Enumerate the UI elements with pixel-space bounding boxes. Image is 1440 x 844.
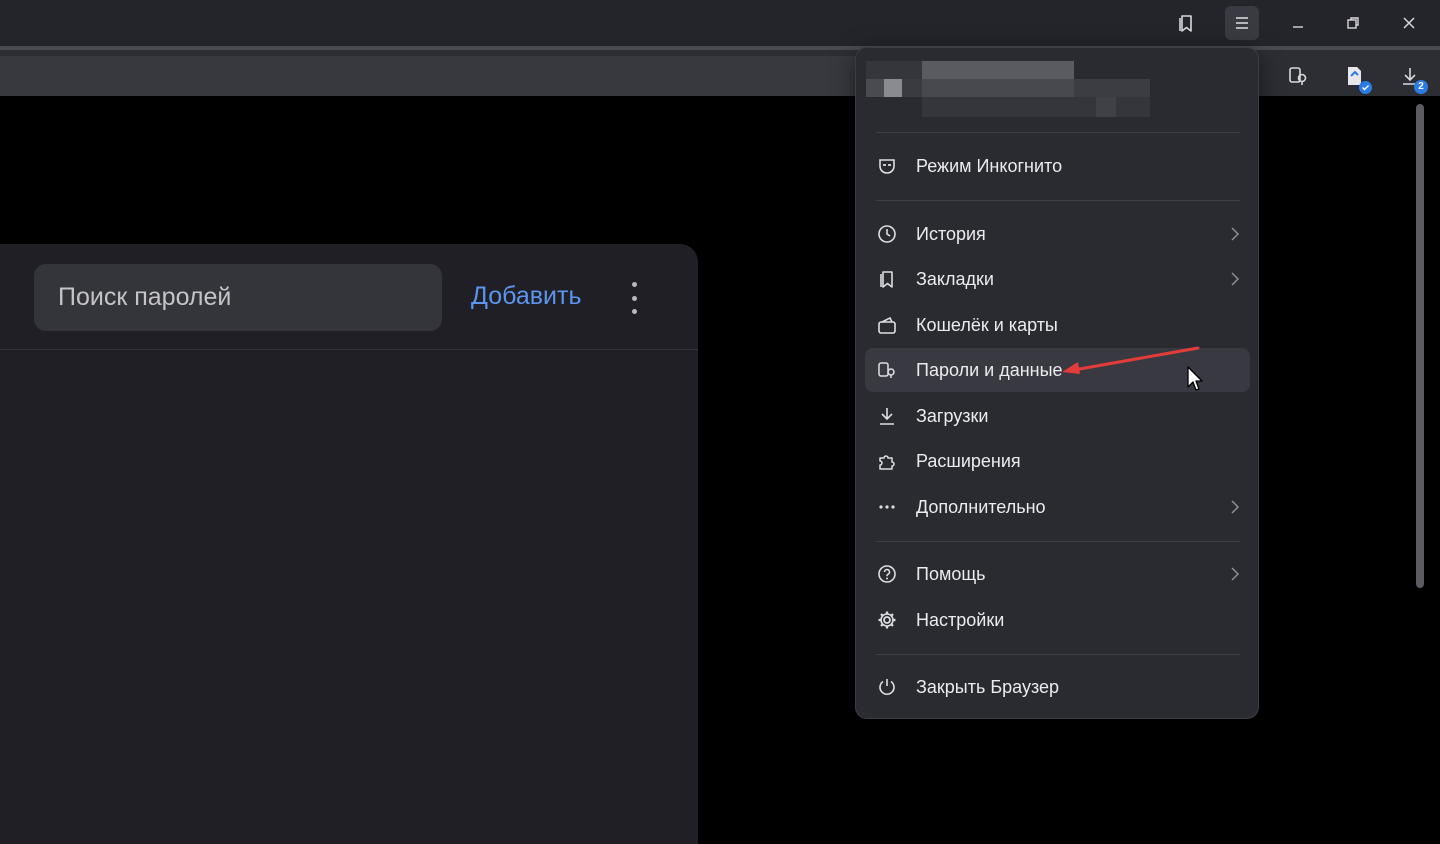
menu-divider [876, 132, 1240, 133]
more-options-button[interactable] [624, 280, 644, 316]
menu-item-label: Помощь [916, 564, 986, 584]
check-icon [1359, 81, 1372, 94]
menu-item-label: Настройки [916, 610, 1005, 630]
more-dots-icon [876, 496, 898, 518]
menu-divider [876, 654, 1240, 655]
wallet-icon [876, 314, 898, 336]
more-dot [631, 282, 637, 287]
chevron-right-icon [1231, 272, 1240, 286]
menu-item-more[interactable]: Дополнительно [865, 485, 1250, 529]
help-icon [876, 563, 898, 585]
bookmarks-panel-button[interactable] [1169, 6, 1203, 40]
restore-icon [1347, 17, 1359, 29]
menu-item-extensions[interactable]: Расширения [865, 439, 1250, 483]
chevron-right-icon [1231, 227, 1240, 241]
close-window-button[interactable] [1392, 6, 1426, 40]
bookmarks-icon [876, 268, 898, 290]
menu-item-settings[interactable]: Настройки [865, 598, 1250, 642]
scrollbar-thumb[interactable] [1416, 104, 1424, 588]
incognito-mask-icon [876, 155, 898, 177]
downloads-toolbar-button[interactable]: 2 [1394, 60, 1428, 94]
passwords-toolbar-button[interactable] [1282, 60, 1314, 92]
menu-item-label: Закрыть Браузер [916, 677, 1060, 697]
restore-button[interactable] [1336, 6, 1370, 40]
menu-item-label: Расширения [916, 451, 1021, 471]
bookmarks-icon [1179, 15, 1192, 32]
menu-item-downloads[interactable]: Загрузки [865, 394, 1250, 438]
downloads-count-badge: 2 [1414, 80, 1428, 94]
menu-item-label: Загрузки [916, 406, 989, 426]
menu-divider [876, 200, 1240, 201]
power-icon [876, 676, 898, 698]
download-icon [876, 405, 898, 427]
address-bar[interactable] [0, 56, 860, 96]
menu-item-label: Кошелёк и карты [916, 315, 1058, 335]
password-search-input[interactable]: Поиск паролей [34, 264, 442, 331]
chevron-right-icon [1231, 567, 1240, 581]
passwords-panel: Поиск паролей Добавить [0, 244, 698, 844]
hamburger-icon [1236, 17, 1248, 29]
more-dot [631, 295, 637, 301]
minimize-icon [1293, 26, 1303, 28]
more-dot [631, 309, 637, 314]
extension-button[interactable] [1338, 60, 1372, 94]
mouse-cursor-icon [1187, 366, 1203, 391]
page-scrollbar[interactable] [1413, 104, 1427, 588]
menu-item-history[interactable]: История [865, 212, 1250, 256]
divider [0, 349, 698, 350]
menu-item-label: Пароли и данные [916, 360, 1063, 380]
menu-item-wallet[interactable]: Кошелёк и карты [865, 303, 1250, 347]
menu-item-close-browser[interactable]: Закрыть Браузер [865, 665, 1250, 709]
menu-divider [876, 541, 1240, 542]
search-placeholder: Поиск паролей [58, 283, 232, 311]
chevron-right-icon [1231, 500, 1240, 514]
menu-item-incognito[interactable]: Режим Инкогнито [865, 144, 1250, 188]
minimize-button[interactable] [1281, 6, 1315, 40]
add-password-button[interactable]: Добавить [471, 282, 582, 311]
menu-item-label: Закладки [916, 269, 994, 289]
passwords-icon [1289, 67, 1307, 85]
main-menu-button[interactable] [1225, 6, 1259, 40]
title-bar [0, 0, 1440, 46]
gear-icon [876, 609, 898, 631]
profile-avatar-blurred[interactable] [866, 61, 1156, 119]
menu-item-label: История [916, 224, 986, 244]
menu-item-label: Дополнительно [916, 497, 1046, 517]
passwords-icon [876, 359, 898, 381]
menu-item-help[interactable]: Помощь [865, 552, 1250, 596]
close-icon [1403, 17, 1415, 29]
menu-item-bookmarks[interactable]: Закладки [865, 257, 1250, 301]
puzzle-icon [876, 450, 898, 472]
menu-item-label: Режим Инкогнито [916, 156, 1063, 176]
clock-icon [876, 223, 898, 245]
